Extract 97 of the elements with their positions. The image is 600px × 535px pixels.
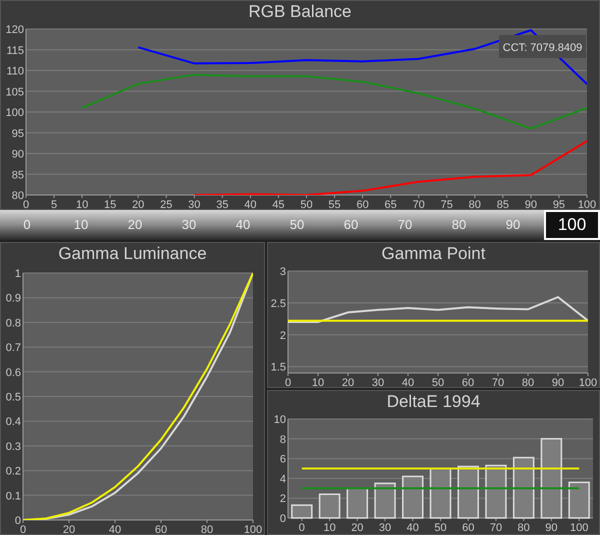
tick-label: 50	[434, 522, 447, 532]
tick-label: 0.7	[6, 342, 21, 354]
tick-label: 0.9	[6, 292, 21, 305]
tick-label: 90	[552, 377, 564, 387]
tick-label: 95	[12, 128, 24, 140]
tick-label: 80	[12, 190, 24, 202]
tick-label: 20	[351, 522, 364, 532]
tick-label: 0.1	[6, 490, 21, 502]
tick-label: 85	[496, 199, 509, 209]
tick-label: 4	[280, 473, 286, 486]
tick-label: 70	[490, 522, 502, 532]
tick-label: 105	[6, 86, 24, 98]
tick-label: 0.5	[6, 392, 21, 404]
tick-label: 10	[323, 522, 336, 532]
tick-label: 110	[6, 66, 24, 78]
tick-label: 85	[12, 169, 24, 182]
tick-label: 70	[412, 199, 425, 209]
tick-label: 90	[12, 148, 24, 160]
tick-label: 0	[298, 522, 305, 532]
level-step[interactable]: 70	[378, 210, 432, 240]
tick-label: 10	[312, 377, 324, 387]
level-step[interactable]: 100	[544, 210, 600, 240]
tick-label: 90	[545, 522, 558, 532]
tick-label: 55	[328, 199, 341, 209]
tick-label: 80	[468, 199, 481, 209]
tick-label: 100	[578, 199, 596, 209]
tick-label: 40	[402, 377, 414, 387]
tick-label: 80	[518, 522, 530, 532]
tick-label: 115	[6, 44, 24, 57]
tick-label: 0.2	[6, 466, 21, 478]
tick-label: 2.5	[270, 298, 286, 310]
level-step[interactable]: 60	[324, 210, 378, 240]
level-step[interactable]: 30	[162, 210, 216, 240]
tick-label: 5	[50, 199, 58, 209]
tick-label: 10	[76, 199, 88, 209]
tick-label: 0	[280, 513, 286, 525]
tick-label: 60	[462, 522, 474, 532]
tick-label: 15	[104, 199, 116, 209]
tick-label: 6	[280, 454, 286, 466]
cct-readout: CCT: 7079.8409	[499, 35, 586, 58]
tick-label: 100	[6, 107, 24, 119]
tick-label: 30	[188, 199, 200, 209]
tick-label: 35	[216, 199, 228, 209]
tick-label: 25	[160, 199, 172, 209]
tick-label: 2	[280, 493, 286, 506]
tick-label: 0	[22, 199, 30, 209]
tick-label: 95	[552, 199, 566, 209]
chart-title: Gamma Point	[382, 243, 486, 265]
bar	[291, 504, 313, 519]
tick-label: 90	[524, 199, 538, 209]
tick-label: 20	[342, 377, 354, 387]
tick-label: 1.5	[270, 362, 286, 374]
tick-label: 60	[154, 524, 168, 534]
tick-label: 40	[108, 524, 122, 534]
tick-label: 120	[6, 24, 24, 36]
tick-label: 30	[372, 377, 384, 387]
level-step[interactable]: 40	[216, 210, 270, 240]
level-step[interactable]: 50	[270, 210, 324, 240]
tick-label: 40	[406, 522, 419, 532]
tick-label: 50	[432, 377, 444, 387]
tick-label: 100	[244, 524, 262, 534]
tick-label: 0.4	[6, 416, 21, 428]
tick-label: 50	[300, 199, 313, 209]
tick-label: 3	[280, 266, 286, 278]
tick-label: 70	[492, 377, 504, 387]
level-step[interactable]: 90	[486, 210, 540, 240]
tick-label: 10	[274, 414, 286, 426]
tick-label: 100	[578, 377, 598, 387]
tick-label: 60	[462, 377, 474, 387]
annotation: CCT: 7079.8409	[502, 42, 582, 54]
chart-title: RGB Balance	[248, 1, 352, 23]
tick-label: 0.6	[6, 366, 21, 379]
tick-label: 0	[14, 515, 21, 527]
chart-title: DeltaE 1994	[386, 391, 480, 413]
tick-label: 80	[200, 524, 214, 534]
tick-label: 2	[280, 330, 286, 342]
tick-label: 45	[272, 199, 285, 209]
level-step[interactable]: 20	[108, 210, 162, 240]
tick-label: 75	[440, 199, 453, 209]
tick-label: 1	[14, 268, 21, 280]
tick-label: 20	[62, 524, 76, 534]
tick-label: 40	[244, 199, 257, 209]
level-step[interactable]: 80	[432, 210, 486, 240]
chart-title: Gamma Luminance	[58, 243, 207, 265]
tick-label: 100	[570, 522, 588, 532]
tick-label: 30	[378, 522, 392, 532]
tick-label: 65	[384, 199, 397, 209]
tick-label: 8	[280, 434, 286, 446]
tick-label: 0.8	[6, 317, 21, 330]
tick-label: 0	[20, 524, 26, 534]
tick-label: 80	[522, 377, 534, 387]
level-step[interactable]: 0	[0, 210, 54, 240]
tick-label: 0	[284, 377, 292, 387]
tick-label: 60	[356, 199, 369, 209]
level-step[interactable]: 10	[54, 210, 108, 240]
tick-label: 20	[132, 199, 144, 209]
tick-label: 0.3	[6, 440, 21, 453]
